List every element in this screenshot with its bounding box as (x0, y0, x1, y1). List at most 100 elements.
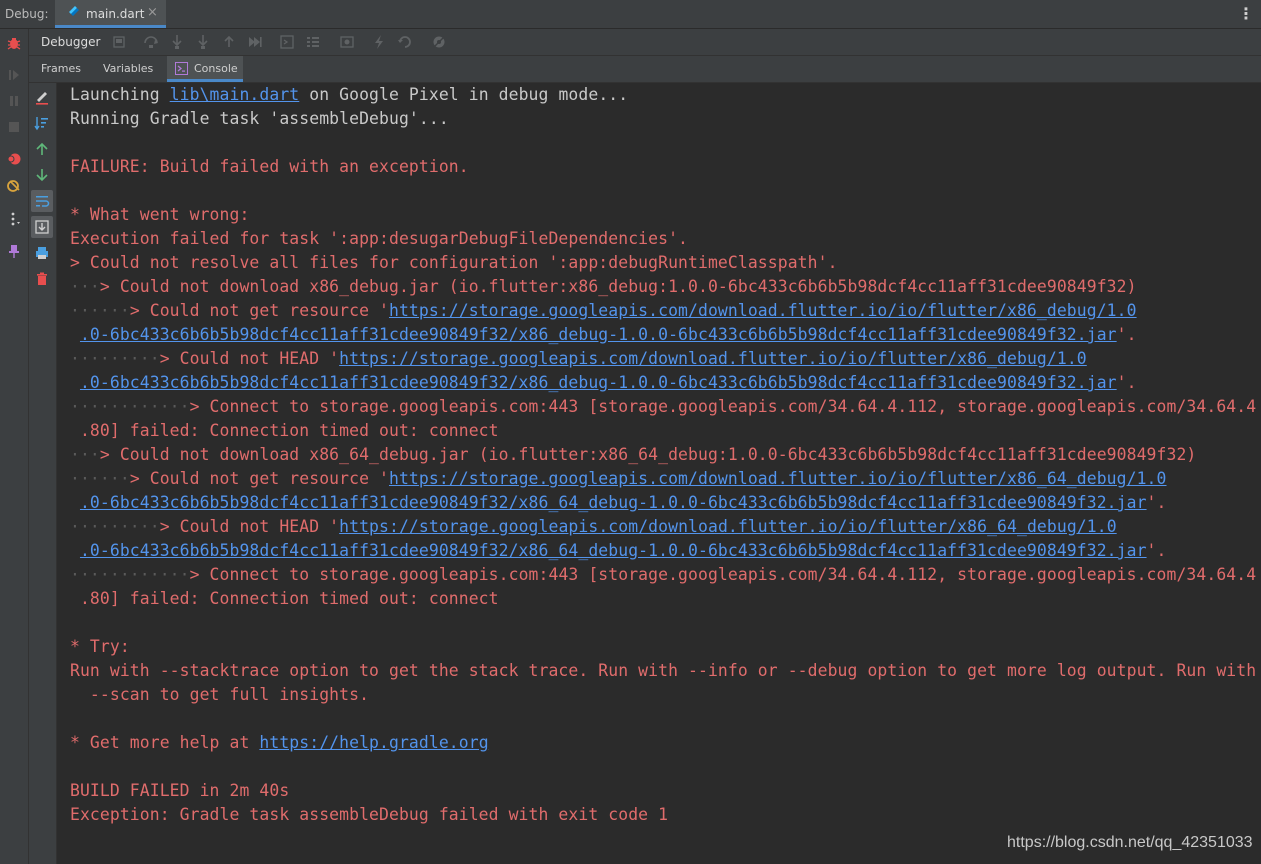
console-line: > Could not resolve all files for config… (70, 251, 838, 275)
console-link[interactable]: https://storage.googleapis.com/download.… (389, 469, 1167, 488)
console-text: Exception: Gradle task assembleDebug fai… (70, 805, 669, 824)
pin-tab-icon[interactable] (6, 243, 22, 259)
console-text: > Connect to storage.googleapis.com:443 … (189, 397, 1257, 416)
console-line: BUILD FAILED in 2m 40s (70, 779, 289, 803)
step-into-icon[interactable] (169, 34, 185, 50)
sort-icon[interactable] (34, 115, 50, 131)
console-line: ···> Could not download x86_debug.jar (i… (70, 275, 1137, 299)
evaluate-expression-icon[interactable] (279, 34, 295, 50)
trace-current-stream-icon[interactable] (305, 34, 321, 50)
console-text: * Get more help at (70, 733, 260, 752)
console-text: .80] failed: Connection timed out: conne… (70, 421, 499, 440)
console-link[interactable]: .0-6bc433c6b6b5b98dcf4cc11aff31cdee90849… (80, 325, 1117, 344)
console-link[interactable]: https://storage.googleapis.com/download.… (389, 301, 1137, 320)
console-text: > Could not resolve all files for config… (70, 253, 838, 272)
console-output[interactable]: Launching lib\main.dart on Google Pixel … (57, 83, 1261, 864)
tab-variables-label: Variables (103, 62, 154, 75)
console-line: ···> Could not download x86_64_debug.jar… (70, 443, 1196, 467)
tab-console[interactable]: Console (167, 56, 243, 82)
indent-dots: ······ (70, 301, 130, 320)
console-link[interactable]: .0-6bc433c6b6b5b98dcf4cc11aff31cdee90849… (80, 373, 1117, 392)
console-text: '. (1116, 373, 1137, 392)
up-arrow-icon[interactable] (34, 141, 50, 157)
watermark-text: https://blog.csdn.net/qq_42351033 (1007, 834, 1253, 851)
stop-icon[interactable] (6, 119, 22, 135)
clear-all-icon[interactable] (34, 271, 50, 287)
console-text: > Could not HEAD ' (159, 349, 340, 368)
more-icon[interactable] (6, 211, 22, 227)
debugger-tab[interactable]: Debugger (41, 35, 100, 49)
console-link[interactable]: .0-6bc433c6b6b5b98dcf4cc11aff31cdee90849… (80, 493, 1147, 512)
console-link[interactable]: https://storage.googleapis.com/download.… (339, 349, 1087, 368)
console-text: '. (1146, 493, 1167, 512)
step-out-icon[interactable] (221, 34, 237, 50)
tab-console-label: Console (194, 62, 238, 75)
console-line: ······> Could not get resource 'https://… (70, 299, 1137, 323)
more-options-icon[interactable]: ⋮ (1238, 4, 1254, 24)
tab-frames[interactable]: Frames (41, 56, 81, 82)
console-icon (175, 62, 188, 75)
resume-icon[interactable] (6, 67, 22, 83)
console-line: .80] failed: Connection timed out: conne… (70, 587, 499, 611)
pause-icon[interactable] (6, 93, 22, 109)
wrap-lines-icon[interactable] (34, 193, 50, 209)
settings-icon[interactable] (431, 34, 447, 50)
console-line: .0-6bc433c6b6b5b98dcf4cc11aff31cdee90849… (70, 491, 1166, 515)
console-text: Execution failed for task ':app:desugarD… (70, 229, 689, 248)
console-link[interactable]: https://storage.googleapis.com/download.… (339, 517, 1117, 536)
console-line: ············> Connect to storage.googlea… (70, 395, 1256, 419)
console-link[interactable]: .0-6bc433c6b6b5b98dcf4cc11aff31cdee90849… (80, 541, 1147, 560)
console-line: Execution failed for task ':app:desugarD… (70, 227, 688, 251)
debug-bug-icon[interactable] (6, 35, 22, 51)
close-tab-button[interactable]: × (147, 5, 158, 20)
console-line: .80] failed: Connection timed out: conne… (70, 419, 499, 443)
console-link[interactable]: https://help.gradle.org (259, 733, 488, 752)
console-text: > Could not download x86_64_debug.jar (i… (99, 445, 1197, 464)
debug-tool-window-header: Debug: main.dart × ⋮ (0, 0, 1261, 29)
force-step-into-icon[interactable] (195, 34, 211, 50)
flutter-hot-reload-icon[interactable] (371, 34, 387, 50)
console-line: FAILURE: Build failed with an exception. (70, 155, 469, 179)
console-text: > Connect to storage.googleapis.com:443 … (189, 565, 1257, 584)
console-text: * What went wrong: (70, 205, 250, 224)
debugger-subtabs: Frames Variables Console (29, 56, 1261, 83)
console-text: * Try: (70, 637, 130, 656)
run-to-cursor-icon[interactable] (247, 34, 263, 50)
console-line: Launching lib\main.dart on Google Pixel … (70, 83, 628, 107)
dart-file-icon (69, 6, 79, 16)
view-breakpoints-icon[interactable] (6, 151, 22, 167)
soft-wrap-edit-icon[interactable] (34, 89, 50, 105)
console-line: * What went wrong: (70, 203, 249, 227)
tab-variables[interactable]: Variables (103, 56, 155, 82)
console-text: --scan to get full insights. (70, 685, 370, 704)
console-line: Run with --stacktrace option to get the … (70, 659, 1256, 683)
console-side-toolbar (29, 83, 57, 864)
restore-layout-icon[interactable] (111, 34, 127, 50)
console-text: BUILD FAILED in 2m 40s (70, 781, 290, 800)
tab-frames-label: Frames (41, 62, 82, 75)
console-line: ······> Could not get resource 'https://… (70, 467, 1167, 491)
step-over-icon[interactable] (143, 34, 159, 50)
flutter-hot-restart-icon[interactable] (397, 34, 413, 50)
console-link[interactable]: lib\main.dart (170, 85, 300, 104)
tab-main-dart[interactable]: main.dart × (55, 0, 166, 28)
print-icon[interactable] (34, 245, 50, 261)
console-text: Run with --stacktrace option to get the … (70, 661, 1257, 680)
console-line: .0-6bc433c6b6b5b98dcf4cc11aff31cdee90849… (70, 371, 1137, 395)
console-line: * Try: (70, 635, 130, 659)
scroll-to-end-icon[interactable] (34, 219, 50, 235)
indent-dots: ········· (70, 517, 160, 536)
mute-breakpoints-icon[interactable] (6, 177, 22, 193)
tab-label: main.dart (86, 7, 145, 21)
down-arrow-icon[interactable] (34, 167, 50, 183)
console-line: * Get more help at https://help.gradle.o… (70, 731, 489, 755)
indent-dots: ··· (70, 277, 100, 296)
console-text: > Could not get resource ' (129, 469, 389, 488)
camera-icon[interactable] (339, 34, 355, 50)
console-line: Running Gradle task 'assembleDebug'... (70, 107, 449, 131)
console-text: FAILURE: Build failed with an exception. (70, 157, 469, 176)
console-text: > Could not download x86_debug.jar (io.f… (99, 277, 1137, 296)
console-line: ·········> Could not HEAD 'https://stora… (70, 515, 1117, 539)
